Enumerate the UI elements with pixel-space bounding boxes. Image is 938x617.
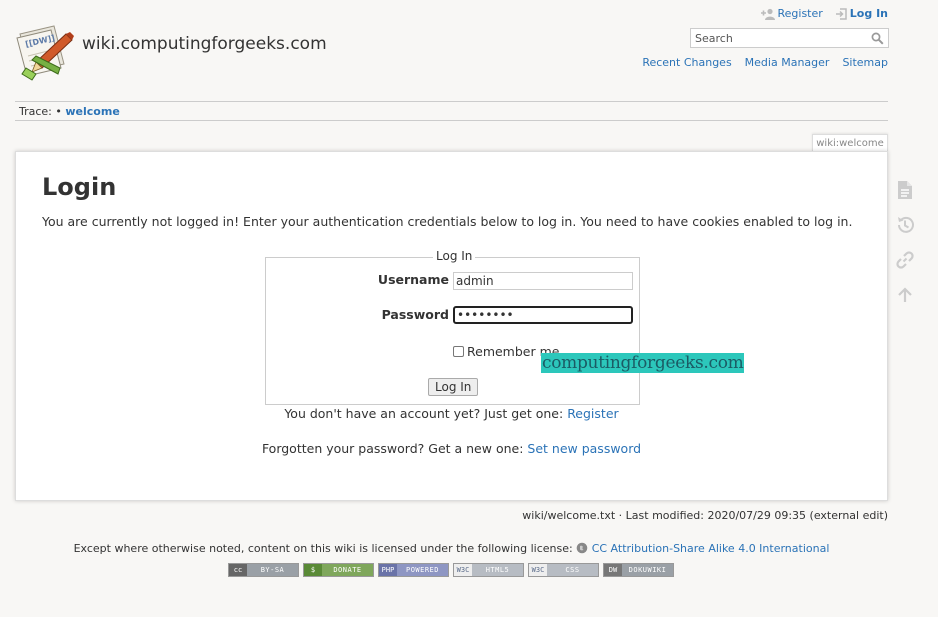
search-icon <box>871 32 884 45</box>
site-tools: Recent Changes Media Manager Sitemap <box>642 56 888 69</box>
register-label: Register <box>777 7 823 20</box>
page-id: wiki:welcome <box>812 134 888 152</box>
show-page-icon <box>898 181 912 199</box>
register-prompt: You don't have an account yet? Just get … <box>16 406 887 421</box>
login-form-legend: Log In <box>433 249 476 263</box>
badge-php-powered[interactable]: PHP POWERED <box>378 563 449 577</box>
login-link[interactable]: Log In <box>835 7 888 20</box>
search-box <box>690 28 889 48</box>
back-to-top-icon <box>898 287 912 302</box>
badge-w3c-html5[interactable]: W3C HTML5 <box>453 563 524 577</box>
username-field[interactable] <box>453 272 633 290</box>
register-link[interactable]: Register <box>760 7 823 20</box>
breadcrumb-label: Trace: <box>19 105 52 118</box>
add-user-icon <box>760 8 775 20</box>
badge-donate[interactable]: $ DONATE <box>303 563 374 577</box>
old-revisions-icon <box>898 216 914 233</box>
license-info: Except where otherwise noted, content on… <box>0 542 903 555</box>
recent-changes-link[interactable]: Recent Changes <box>642 56 731 69</box>
login-intro-text: You are currently not logged in! Enter y… <box>42 214 853 229</box>
old-revisions-button[interactable] <box>894 214 916 236</box>
show-page-button[interactable] <box>894 179 916 201</box>
user-tools: Register Log In <box>760 7 888 20</box>
breadcrumb: Trace: • welcome <box>19 105 120 118</box>
forgot-password-prompt: Forgotten your password? Get a new one: … <box>16 441 887 456</box>
password-field[interactable] <box>453 306 633 324</box>
license-link[interactable]: CC Attribution-Share Alike 4.0 Internati… <box>592 542 830 555</box>
register-prompt-text: You don't have an account yet? Just get … <box>284 406 564 421</box>
breadcrumb-separator: • <box>55 105 62 118</box>
login-label: Log In <box>849 7 888 20</box>
site-title[interactable]: wiki.computingforgeeks.com <box>82 34 327 54</box>
register-now-link[interactable]: Register <box>567 406 618 421</box>
forgot-password-text: Forgotten your password? Get a new one: <box>261 441 524 456</box>
media-manager-link[interactable]: Media Manager <box>745 56 830 69</box>
password-label: Password <box>381 307 449 322</box>
backlinks-icon <box>896 251 914 269</box>
divider <box>15 120 888 121</box>
back-to-top-button[interactable] <box>894 284 916 306</box>
breadcrumb-item-welcome[interactable]: welcome <box>65 105 119 118</box>
set-new-password-link[interactable]: Set new password <box>527 441 641 456</box>
dokuwiki-logo[interactable]: [[DW]] <box>14 22 76 82</box>
license-text: Except where otherwise noted, content on… <box>73 542 573 555</box>
doc-info: wiki/welcome.txt · Last modified: 2020/0… <box>522 509 888 522</box>
watermark-text: computingforgeeks.com <box>541 353 745 373</box>
search-input[interactable] <box>691 29 867 47</box>
footer-badges: cc BY-SA $ DONATE PHP POWERED W3C HTML5 W3C C… <box>228 563 674 577</box>
page-title: Login <box>42 173 117 201</box>
remember-me-checkbox[interactable] <box>453 346 464 357</box>
divider <box>15 101 888 102</box>
badge-dokuwiki[interactable]: DW DOKUWIKI <box>603 563 674 577</box>
username-label: Username <box>377 272 449 287</box>
badge-w3c-css[interactable]: W3C CSS <box>528 563 599 577</box>
cc-license-icon <box>576 542 588 554</box>
login-submit-button[interactable]: Log In <box>428 378 479 396</box>
backlinks-button[interactable] <box>894 249 916 271</box>
search-button[interactable] <box>867 29 887 47</box>
main-content: Login You are currently not logged in! E… <box>15 151 888 501</box>
badge-cc-by-sa[interactable]: cc BY-SA <box>228 563 299 577</box>
login-icon <box>835 7 847 20</box>
login-form: Log In Username Password Remember me Log… <box>265 249 640 405</box>
sitemap-link[interactable]: Sitemap <box>842 56 888 69</box>
